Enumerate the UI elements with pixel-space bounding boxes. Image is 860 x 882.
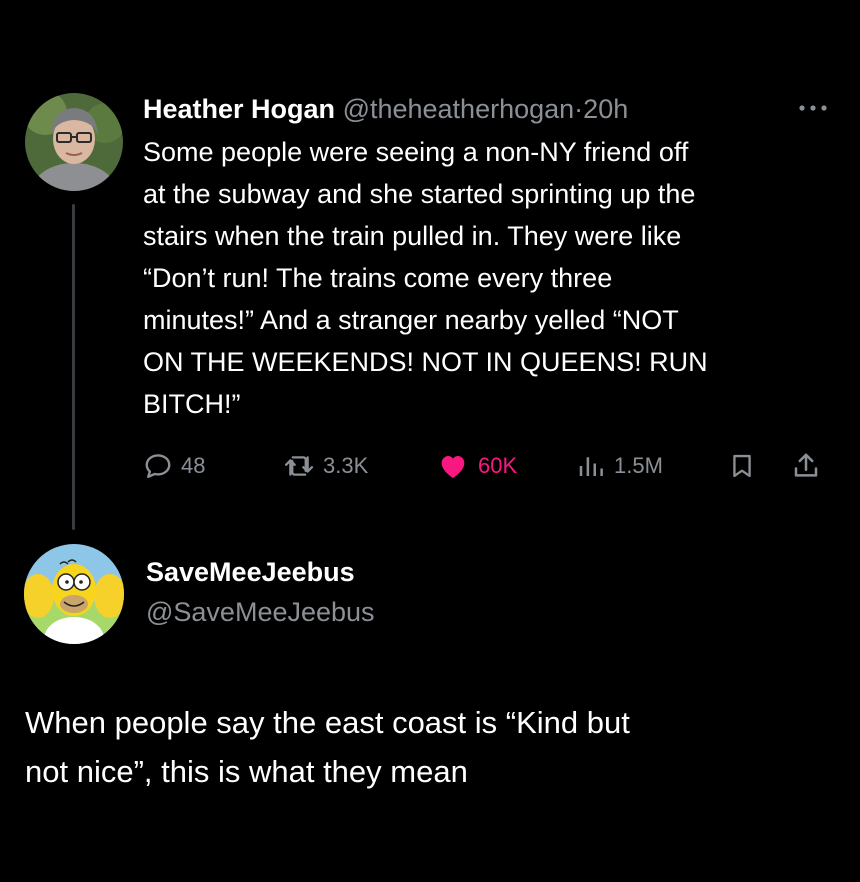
thread-connector-line (72, 204, 75, 530)
tweet-header: Heather Hogan @theheatherhogan·20h (143, 90, 843, 128)
reply-count: 48 (181, 453, 206, 478)
timestamp[interactable]: 20h (583, 94, 628, 124)
views-chart-icon (579, 457, 603, 476)
bookmark-icon (733, 454, 751, 478)
author-name[interactable]: Heather Hogan (143, 94, 335, 124)
heart-icon (441, 456, 465, 478)
retweet-count: 3.3K (323, 453, 369, 478)
like-count: 60K (478, 453, 518, 478)
original-tweet[interactable]: Heather Hogan @theheatherhogan·20h Some … (0, 0, 860, 540)
reply-author-name[interactable]: SaveMeeJeebus (146, 554, 355, 590)
like-button[interactable]: 60K (436, 446, 517, 486)
separator: · (574, 94, 584, 124)
reply-icon (145, 454, 171, 478)
retweet-button[interactable]: 3.3K (283, 446, 368, 486)
more-options-icon[interactable] (796, 98, 830, 118)
author-handle[interactable]: @theheatherhogan (343, 94, 575, 124)
reply-post[interactable]: SaveMeeJeebus @SaveMeeJeebus When people… (0, 540, 860, 882)
cartoon-character-avatar[interactable] (24, 544, 124, 644)
reply-button[interactable]: 48 (143, 446, 205, 486)
tweet-text: Some people were seeing a non-NY friend … (143, 137, 708, 419)
retweet-icon (284, 456, 314, 476)
reply-author-handle[interactable]: @SaveMeeJeebus (146, 594, 375, 630)
bookmark-button[interactable] (728, 446, 764, 486)
views-count: 1.5M (614, 453, 663, 478)
reply-text: When people say the east coast is “Kind … (25, 705, 630, 789)
share-icon (794, 453, 818, 477)
share-button[interactable] (791, 446, 829, 486)
views-button[interactable]: 1.5M (576, 446, 663, 486)
profile-photo-avatar[interactable] (25, 93, 123, 191)
tweet-actions: 48 3.3K 60K 1.5M (143, 446, 843, 486)
